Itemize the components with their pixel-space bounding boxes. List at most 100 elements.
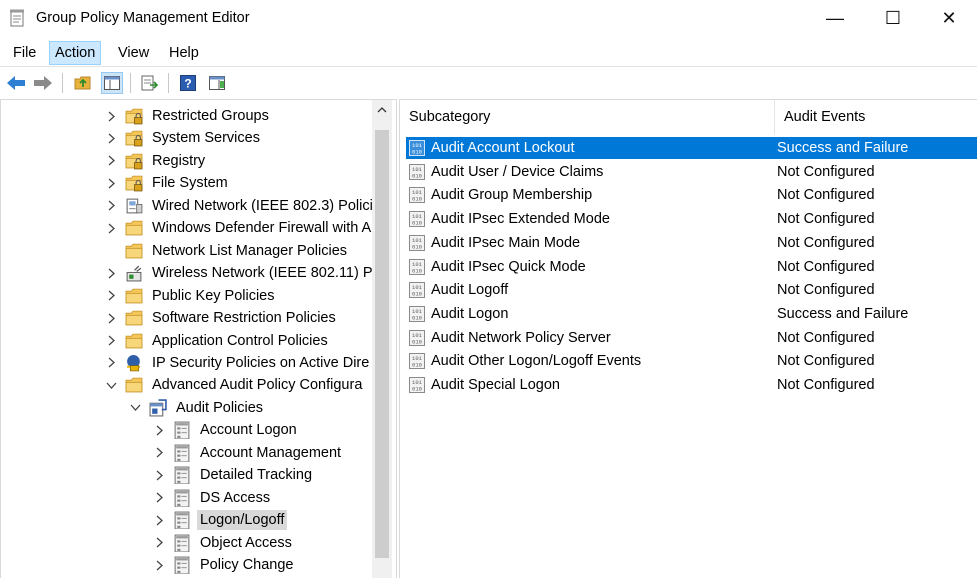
list-row[interactable]: 101 010 Audit IPsec Main Mode Not Configure… bbox=[406, 232, 977, 254]
tree-item[interactable]: Logon/Logoff bbox=[153, 509, 288, 531]
folder-icon bbox=[125, 309, 143, 327]
tree-item[interactable]: Wireless Network (IEEE 802.11) Po bbox=[105, 262, 384, 284]
chevron-right-icon[interactable] bbox=[105, 312, 117, 324]
svg-text:010: 010 bbox=[412, 291, 422, 298]
tree-item-label: Audit Policies bbox=[176, 399, 264, 416]
chevron-right-icon[interactable] bbox=[153, 447, 165, 459]
policy-icon bbox=[173, 466, 191, 485]
audit-setting-icon: 101 010 bbox=[409, 163, 425, 180]
tree-item[interactable]: File System bbox=[105, 172, 231, 194]
list-row[interactable]: 101 010 Audit Group Membership Not Configur… bbox=[406, 184, 977, 206]
tree-item[interactable]: Restricted Groups bbox=[105, 105, 272, 127]
audit-events-value: Not Configured bbox=[777, 234, 875, 251]
list-row[interactable]: 101 010 Audit IPsec Quick Mode Not Configur… bbox=[406, 256, 977, 278]
tree-item[interactable]: Account Management bbox=[153, 442, 344, 464]
menu-action[interactable]: Action bbox=[49, 41, 102, 65]
list-row[interactable]: 101 010 Audit IPsec Extended Mode Not Confi… bbox=[406, 208, 977, 230]
audit-events-value: Not Configured bbox=[777, 353, 875, 370]
minimize-button[interactable]: — bbox=[806, 0, 864, 36]
chevron-right-icon[interactable] bbox=[105, 335, 117, 347]
toolbar-separator bbox=[130, 73, 131, 93]
list-row[interactable]: 101 010 Audit Special Logon Not Configured bbox=[406, 374, 977, 396]
chevron-right-icon[interactable] bbox=[153, 559, 165, 571]
list-row[interactable]: 101 010 Audit Logoff Not Configured bbox=[406, 279, 977, 301]
tree-item[interactable]: Wired Network (IEEE 802.3) Policie bbox=[105, 195, 384, 217]
chevron-right-icon[interactable] bbox=[105, 177, 117, 189]
tree-item[interactable]: Windows Defender Firewall with A bbox=[105, 217, 374, 239]
tree-item[interactable]: Account Logon bbox=[153, 419, 300, 441]
chevron-right-icon[interactable] bbox=[105, 155, 117, 167]
audit-policies-icon bbox=[149, 399, 167, 417]
policy-icon bbox=[173, 421, 191, 440]
close-button[interactable]: ✕ bbox=[920, 0, 977, 36]
help-icon[interactable]: ? bbox=[177, 72, 199, 94]
list-row[interactable]: 101 010 Audit Network Policy Server Not Con… bbox=[406, 327, 977, 349]
subcategory-name: Audit Special Logon bbox=[431, 377, 560, 393]
tree-item[interactable]: Registry bbox=[105, 150, 208, 172]
title-bar: Group Policy Management Editor — ☐ ✕ bbox=[0, 0, 977, 36]
tree-item[interactable]: Audit Policies bbox=[129, 397, 266, 419]
list-row[interactable]: 101 010 Audit Account Lockout Success and F… bbox=[406, 137, 977, 159]
chevron-right-icon[interactable] bbox=[105, 222, 117, 234]
chevron-right-icon[interactable] bbox=[153, 492, 165, 504]
audit-setting-icon: 101 010 bbox=[409, 353, 425, 370]
column-header-subcategory[interactable]: Subcategory bbox=[400, 100, 775, 134]
chevron-right-icon[interactable] bbox=[153, 537, 165, 549]
wireless-network-icon bbox=[125, 264, 143, 282]
chevron-right-icon[interactable] bbox=[105, 110, 117, 122]
tree-item-label: Object Access bbox=[200, 534, 292, 551]
svg-text:?: ? bbox=[184, 77, 191, 91]
details-list: Subcategory Audit Events 101 010 Audit Acc… bbox=[399, 99, 977, 578]
tree-scrollbar[interactable] bbox=[372, 100, 392, 578]
tree-item[interactable]: System Services bbox=[105, 127, 263, 149]
properties-pane-icon[interactable] bbox=[206, 72, 228, 94]
menu-file[interactable]: File bbox=[8, 42, 41, 64]
chevron-right-icon[interactable] bbox=[105, 267, 117, 279]
column-header-audit-events[interactable]: Audit Events bbox=[775, 100, 977, 134]
locked-folder-icon bbox=[125, 107, 143, 125]
chevron-right-icon[interactable] bbox=[153, 424, 165, 436]
tree-item-label: Windows Defender Firewall with A bbox=[152, 220, 372, 237]
list-row[interactable]: 101 010 Audit Other Logon/Logoff Events Not… bbox=[406, 350, 977, 372]
tree-item[interactable]: Detailed Tracking bbox=[153, 464, 315, 486]
chevron-down-icon[interactable] bbox=[129, 402, 141, 414]
tree-item[interactable]: Object Access bbox=[153, 532, 295, 554]
audit-setting-icon: 101 010 bbox=[409, 140, 425, 156]
chevron-right-icon[interactable] bbox=[105, 132, 117, 144]
tree-item[interactable]: Public Key Policies bbox=[105, 285, 278, 307]
console-tree[interactable]: Restricted Groups System Services Registry… bbox=[0, 99, 397, 578]
chevron-right-icon[interactable] bbox=[105, 200, 117, 212]
tree-item[interactable]: Software Restriction Policies bbox=[105, 307, 339, 329]
subcategory-name: Audit Network Policy Server bbox=[431, 329, 611, 346]
tree-item[interactable]: Policy Change bbox=[153, 554, 297, 576]
show-hide-tree-icon[interactable] bbox=[101, 72, 123, 94]
menu-view[interactable]: View bbox=[113, 42, 154, 64]
chevron-right-icon[interactable] bbox=[153, 469, 165, 481]
tree-item-label: Application Control Policies bbox=[152, 332, 328, 349]
export-list-icon[interactable] bbox=[139, 72, 161, 94]
tree-item[interactable]: DS Access bbox=[153, 487, 273, 509]
up-folder-icon[interactable] bbox=[72, 72, 94, 94]
list-row[interactable]: 101 010 Audit Logon Success and Failure bbox=[406, 303, 977, 325]
back-icon[interactable] bbox=[5, 72, 27, 94]
chevron-down-icon[interactable] bbox=[105, 379, 117, 391]
scroll-up-icon[interactable] bbox=[372, 100, 392, 120]
chevron-right-icon[interactable] bbox=[153, 514, 165, 526]
scrollbar-thumb[interactable] bbox=[375, 130, 389, 558]
tree-item[interactable]: Network List Manager Policies bbox=[105, 240, 350, 262]
toolbar-separator bbox=[168, 73, 169, 93]
list-row[interactable]: 101 010 Audit User / Device Claims Not Conf… bbox=[406, 161, 977, 183]
maximize-button[interactable]: ☐ bbox=[864, 0, 922, 36]
menu-help[interactable]: Help bbox=[164, 42, 204, 64]
chevron-right-icon[interactable] bbox=[105, 290, 117, 302]
chevron-right-icon[interactable] bbox=[105, 357, 117, 369]
audit-events-value: Not Configured bbox=[777, 163, 875, 180]
svg-text:010: 010 bbox=[412, 338, 422, 345]
tree-item[interactable]: Application Control Policies bbox=[105, 330, 331, 352]
forward-icon[interactable] bbox=[32, 72, 54, 94]
tree-item-label: DS Access bbox=[200, 489, 271, 506]
tree-item[interactable]: IP Security Policies on Active Dire bbox=[105, 352, 372, 374]
tree-item[interactable]: Advanced Audit Policy Configura bbox=[105, 374, 365, 396]
audit-setting-icon: 101 010 bbox=[409, 377, 425, 393]
